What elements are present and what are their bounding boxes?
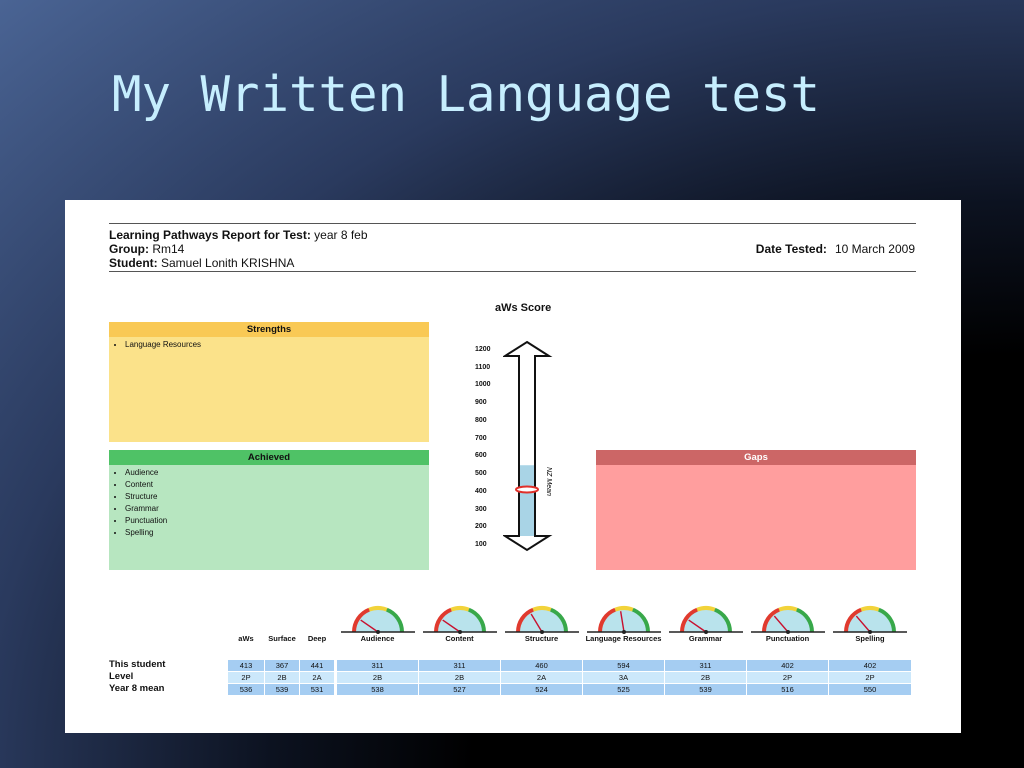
table-cell: 2P [228, 672, 264, 683]
group-value: Rm14 [152, 242, 185, 256]
skill-gauge [340, 606, 415, 634]
achieved-heading: Achieved [109, 450, 429, 465]
achieved-list: Audience Content Structure Grammar Punctuati… [109, 468, 429, 537]
table-column-header: Surface [268, 634, 296, 643]
skill-gauge [586, 606, 661, 634]
table-cell: 311 [665, 660, 746, 671]
header-top-rule [109, 223, 916, 224]
student-label: Student: [109, 256, 158, 270]
aws-tick-label: 600 [475, 452, 487, 460]
table-row-label: This student [109, 659, 166, 670]
table-cell: 539 [665, 684, 746, 695]
nz-mean-marker [515, 485, 539, 494]
table-cell: 2A [501, 672, 582, 683]
nz-mean-label: NZ Mean [545, 467, 552, 496]
table-row-label: Year 8 mean [109, 683, 165, 694]
table-column-header: aWs [238, 634, 254, 643]
table-cell: 441 [300, 660, 334, 671]
aws-tick-label: 200 [475, 523, 487, 531]
strengths-box: Strengths Language Resources [109, 322, 429, 442]
student-value: Samuel Lonith KRISHNA [161, 256, 295, 270]
table-column-header: Audience [360, 634, 395, 643]
table-cell: 2P [747, 672, 828, 683]
aws-tick-label: 700 [475, 434, 487, 442]
table-cell: 539 [265, 684, 299, 695]
table-column-header: Grammar [688, 634, 723, 643]
gaps-heading: Gaps [596, 450, 916, 465]
table-cell: 538 [337, 684, 418, 695]
achieved-box: Achieved Audience Content Structure Grammar… [109, 450, 429, 570]
achieved-item: Audience [125, 468, 429, 477]
group-line: Group: Rm14 [109, 242, 184, 256]
table-cell: 311 [337, 660, 418, 671]
skill-gauge [504, 606, 579, 634]
table-cell: 531 [300, 684, 334, 695]
table-cell: 2B [265, 672, 299, 683]
aws-tick-label: 800 [475, 416, 487, 424]
aws-tick-label: 1000 [475, 381, 491, 389]
aws-tick-label: 1200 [475, 346, 491, 353]
date-tested-value: 10 March 2009 [834, 242, 915, 256]
aws-tick-label: 900 [475, 399, 487, 407]
table-cell: 2A [300, 672, 334, 683]
table-column-header: Spelling [855, 634, 885, 643]
table-cell: 2P [829, 672, 911, 683]
table-column-header: Deep [307, 634, 327, 643]
table-column-header: Language Resources [585, 634, 662, 643]
report-title-value: year 8 feb [314, 228, 368, 242]
group-label: Group: [109, 242, 149, 256]
aws-tick-label: 1100 [475, 363, 491, 371]
achieved-item: Spelling [125, 528, 429, 537]
table-cell: 594 [583, 660, 664, 671]
skill-gauge [668, 606, 743, 634]
aws-tick-label: 300 [475, 505, 487, 513]
table-cell: 527 [419, 684, 500, 695]
aws-tick-label: 100 [475, 541, 487, 548]
achieved-item: Content [125, 480, 429, 489]
aws-score-thermometer: NZ Mean [503, 340, 553, 552]
table-cell: 413 [228, 660, 264, 671]
achieved-item: Punctuation [125, 516, 429, 525]
aws-score-title: aWs Score [495, 302, 552, 314]
skill-gauge [833, 606, 907, 634]
table-column-header: Punctuation [765, 634, 810, 643]
achieved-item: Grammar [125, 504, 429, 513]
date-tested-line: Date Tested: 10 March 2009 [756, 242, 915, 256]
table-column-header: Content [445, 634, 474, 643]
table-cell: 536 [228, 684, 264, 695]
table-cell: 2B [665, 672, 746, 683]
table-cell: 525 [583, 684, 664, 695]
slide-title: My Written Language test [112, 66, 821, 123]
aws-tick-label: 500 [475, 470, 487, 478]
date-tested-label: Date Tested: [755, 242, 827, 256]
table-cell: 516 [747, 684, 828, 695]
table-cell: 311 [419, 660, 500, 671]
strengths-heading: Strengths [109, 322, 429, 337]
table-cell: 2B [419, 672, 500, 683]
aws-tick-label: 400 [475, 487, 487, 495]
aws-score-fill [520, 465, 534, 536]
strengths-item: Language Resources [125, 340, 429, 349]
report-title-label: Learning Pathways Report for Test: [109, 228, 311, 242]
report-title-line: Learning Pathways Report for Test: year … [109, 228, 368, 242]
table-column-header: Structure [524, 634, 559, 643]
table-cell: 460 [501, 660, 582, 671]
learning-pathways-report: Learning Pathways Report for Test: year … [65, 200, 961, 733]
table-cell: 550 [829, 684, 911, 695]
table-cell: 2B [337, 672, 418, 683]
achieved-item: Structure [125, 492, 429, 501]
header-bottom-rule [109, 271, 916, 272]
student-line: Student: Samuel Lonith KRISHNA [109, 256, 294, 270]
table-cell: 524 [501, 684, 582, 695]
gaps-box: Gaps [596, 450, 916, 570]
table-cell: 402 [747, 660, 828, 671]
skill-gauge [750, 606, 825, 634]
skill-gauge [422, 606, 497, 634]
table-cell: 367 [265, 660, 299, 671]
strengths-list: Language Resources [109, 340, 429, 349]
table-cell: 3A [583, 672, 664, 683]
table-row-label: Level [109, 671, 134, 682]
table-cell: 402 [829, 660, 911, 671]
